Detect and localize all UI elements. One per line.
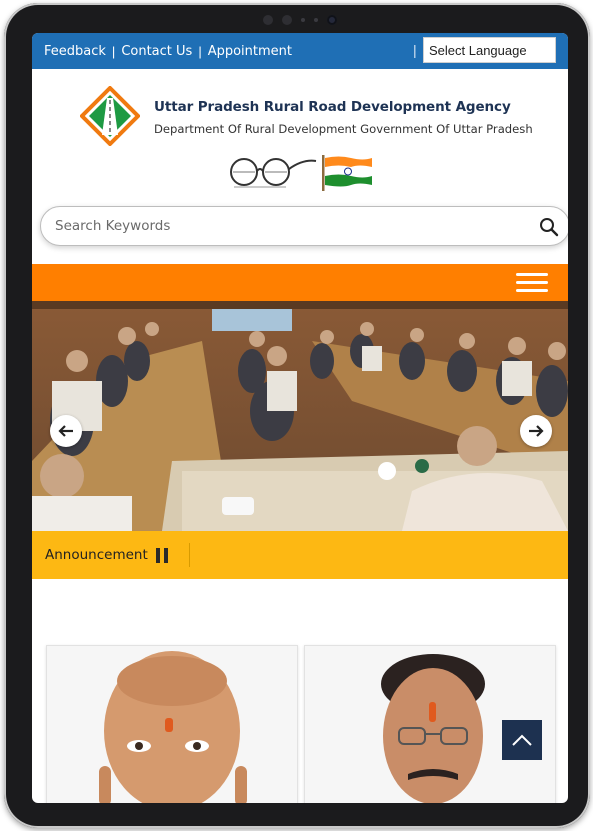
agency-title: Uttar Pradesh Rural Road Development Age… xyxy=(154,99,511,115)
camera-lens xyxy=(327,15,337,25)
slider-next-button[interactable] xyxy=(520,415,552,447)
department-subtitle: Department Of Rural Development Governme… xyxy=(154,122,533,136)
top-bar: Feedback | Contact Us | Appointment | Se… xyxy=(32,33,568,69)
sensor-dot xyxy=(314,18,318,22)
swachh-bharat-icon xyxy=(228,155,318,196)
camera-dot xyxy=(282,15,292,25)
tablet-frame: Feedback | Contact Us | Appointment | Se… xyxy=(4,3,590,828)
contact-us-link[interactable]: Contact Us xyxy=(121,44,192,59)
site-header: Uttar Pradesh Rural Road Development Age… xyxy=(32,69,568,191)
india-flag-icon xyxy=(321,155,373,196)
divider xyxy=(189,543,190,567)
appointment-link[interactable]: Appointment xyxy=(208,44,292,59)
leader-card[interactable] xyxy=(46,645,298,803)
announcement-bar: Announcement xyxy=(32,531,568,579)
search-bar xyxy=(40,206,568,246)
feedback-link[interactable]: Feedback xyxy=(44,44,106,59)
leader-photo xyxy=(47,646,297,803)
slider-prev-button[interactable] xyxy=(50,415,82,447)
camera-dot xyxy=(263,15,273,25)
announcement-label: Announcement xyxy=(45,547,148,563)
screen: Feedback | Contact Us | Appointment | Se… xyxy=(32,33,568,803)
back-to-top-button[interactable] xyxy=(502,720,542,760)
arrow-right-icon xyxy=(529,425,544,437)
chevron-up-icon xyxy=(512,734,532,746)
camera-bar xyxy=(252,11,348,29)
search-icon[interactable] xyxy=(539,217,559,242)
hero-slider xyxy=(32,301,568,531)
link-separator: | xyxy=(198,43,202,59)
link-separator: | xyxy=(413,42,417,58)
slide-image xyxy=(32,301,568,531)
sensor-dot xyxy=(301,18,305,22)
link-separator: | xyxy=(111,43,116,59)
pause-icon[interactable] xyxy=(156,548,172,564)
agency-logo-icon[interactable] xyxy=(79,85,141,147)
search-input[interactable] xyxy=(55,218,495,234)
arrow-left-icon xyxy=(58,425,73,437)
nav-bar xyxy=(32,264,568,301)
menu-icon[interactable] xyxy=(516,273,548,293)
language-select[interactable]: Select Language xyxy=(423,37,556,63)
